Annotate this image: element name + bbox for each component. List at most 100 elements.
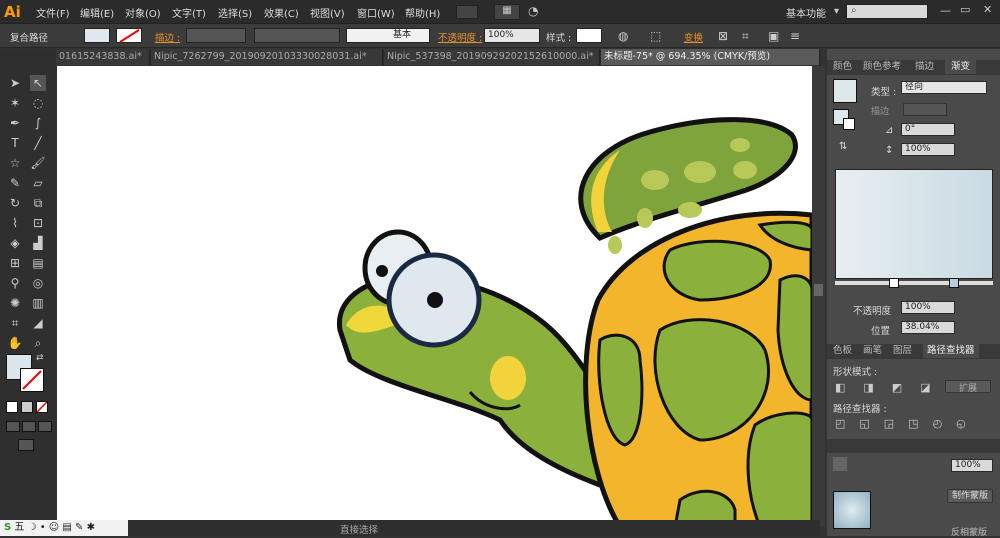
tab-stroke[interactable]: 描边 [915,60,934,74]
gradient-tool-icon[interactable]: ▤ [30,255,46,271]
stroke-gradient-options[interactable] [903,103,947,116]
tab-pathfinder[interactable]: 路径查找器 [923,344,979,358]
stroke-color-box[interactable] [20,368,44,392]
magic-wand-icon[interactable]: ✶ [7,95,23,111]
gradient-type-select[interactable]: 径向 [901,81,987,94]
color-mode-icon[interactable] [6,401,18,413]
star-tool-icon[interactable]: ☆ [7,155,23,171]
edit-icon[interactable]: ⌗ [742,29,749,44]
menu-select[interactable]: 选择(S) [218,5,252,20]
gradient-slider[interactable] [835,281,993,285]
free-transform-icon[interactable]: ⊡ [30,215,46,231]
reverse-gradient-icon[interactable]: ⇅ [839,141,847,152]
transform-label[interactable]: 变换 [684,30,703,44]
sogou-icon[interactable]: S [4,522,11,533]
artboard-canvas[interactable] [57,66,812,527]
draw-behind-icon[interactable] [22,421,36,432]
align-icon[interactable]: ⬚ [650,29,661,43]
gradient-stop[interactable] [949,278,959,288]
scale-tool-icon[interactable]: ⧉ [30,195,46,211]
slice-tool-icon[interactable]: ◢ [30,315,46,331]
aspect-ratio-field[interactable]: 100% [901,143,955,156]
tab-color-guide[interactable]: 颜色参考 [863,60,901,74]
close-icon[interactable]: ✕ [983,3,992,16]
rotate-tool-icon[interactable]: ↻ [7,195,23,211]
stroke-swatch[interactable] [116,28,142,43]
tab-swatches[interactable]: 色板 [833,344,852,358]
column-graph-icon[interactable]: ▥ [30,295,46,311]
shape-builder-icon[interactable]: ◈ [7,235,23,251]
draw-normal-icon[interactable] [6,421,20,432]
screen-mode-icon[interactable] [18,439,34,451]
scroll-thumb[interactable] [814,284,823,296]
shape-mode-buttons[interactable]: ◧◨◩◪ [835,381,949,394]
graphic-style-swatch[interactable] [576,28,602,43]
transparency-opacity-field[interactable]: 100% [951,459,993,472]
zoom-tool-icon[interactable]: ⌕ [30,335,46,351]
angle-field[interactable]: 0° [901,123,955,136]
tab-brushes[interactable]: 画笔 [863,344,882,358]
selection-tool-icon[interactable]: ➤ [7,75,23,91]
stroke-weight-field[interactable] [186,28,246,43]
menu-effect[interactable]: 效果(C) [264,5,299,20]
isolate-icon[interactable]: ⊠ [718,29,728,43]
direct-selection-tool-icon[interactable]: ↖ [30,75,46,91]
vertical-scrollbar[interactable] [812,66,825,527]
hand-tool-icon[interactable]: ✋ [7,335,23,351]
tab-layers[interactable]: 图层 [893,344,912,358]
none-mode-icon[interactable] [36,401,48,413]
eraser-tool-icon[interactable]: ▱ [30,175,46,191]
brush-definition[interactable]: 基本 [346,28,430,43]
panel-menu-icon[interactable]: ≡ [790,29,800,43]
workspace-switcher[interactable]: 基本功能 [786,5,826,20]
minimize-icon[interactable]: — [940,4,951,17]
restore-icon[interactable]: ▭ [960,3,970,16]
ime-mode[interactable]: 五 [14,522,24,533]
gradient-swatch[interactable] [833,79,857,103]
menu-help[interactable]: 帮助(H) [405,5,440,20]
curvature-icon[interactable]: ∫ [30,115,46,131]
lasso-icon[interactable]: ◌ [30,95,46,111]
arrange-documents-icon[interactable]: ▦ [494,4,520,20]
invert-mask-label[interactable]: 反相蒙版 [951,525,987,538]
doc-tab[interactable]: Nipic_7262799_20190920103330028031.ai* [151,49,383,65]
doc-tab-active[interactable]: 未标题-75* @ 694.35% (CMYK/预览) [601,49,820,65]
mask-thumbnail[interactable] [833,491,871,529]
blend-tool-icon[interactable]: ◎ [30,275,46,291]
stop-opacity-field[interactable]: 100% [901,301,955,314]
pen-tool-icon[interactable]: ✒ [7,115,23,131]
opacity-label[interactable]: 不透明度 : [438,30,482,44]
type-tool-icon[interactable]: T [7,135,23,151]
gpu-icon[interactable]: ◔ [528,4,544,20]
menu-object[interactable]: 对象(O) [125,5,161,20]
symbol-sprayer-icon[interactable]: ✺ [7,295,23,311]
stroke-indicator[interactable] [843,118,855,130]
menu-view[interactable]: 视图(V) [310,5,345,20]
menu-edit[interactable]: 编辑(E) [80,5,114,20]
doc-tab[interactable]: 01615243838.ai* [56,49,150,65]
artboard-tool-icon[interactable]: ⌗ [7,315,23,331]
swap-colors-icon[interactable]: ⇄ [36,353,44,363]
warp-tool-icon[interactable]: ⌇ [7,215,23,231]
expand-button[interactable]: 扩展 [945,380,991,394]
eyedropper-icon[interactable]: ⚲ [7,275,23,291]
pencil-tool-icon[interactable]: ✎ [7,175,23,191]
variable-width-profile[interactable] [254,28,340,43]
menu-file[interactable]: 文件(F) [36,5,70,20]
stroke-label[interactable]: 描边 : [155,30,180,44]
doc-tab[interactable]: Nipic_537398_20190929202152610000.ai* [384,49,600,65]
tab-color[interactable]: 颜色 [833,60,852,74]
search-input[interactable]: ⌕ [846,4,928,19]
menu-window[interactable]: 窗口(W) [357,5,395,20]
ime-icons[interactable]: ☽ • ☺ ▤ ✎ ✱ [28,522,95,533]
opacity-field[interactable]: 100% [484,28,540,43]
mesh-tool-icon[interactable]: ⊞ [7,255,23,271]
tab-gradient[interactable]: 渐变 [945,60,977,74]
draw-inside-icon[interactable] [38,421,52,432]
recolor-icon[interactable]: ◍ [618,29,628,43]
blend-mode-select[interactable] [833,457,847,471]
bridge-button[interactable] [456,5,478,19]
gradient-stop[interactable] [889,278,899,288]
transparency-icon[interactable]: ▣ [768,29,779,43]
chart-tool-icon[interactable]: ▟ [30,235,46,251]
